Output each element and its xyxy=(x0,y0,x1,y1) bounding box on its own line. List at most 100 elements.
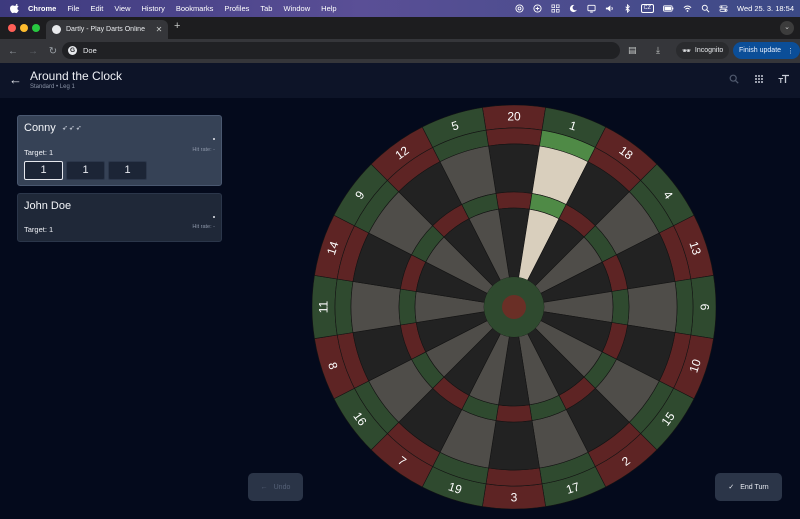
at-sign-icon[interactable] xyxy=(515,4,524,13)
app-header: ← Around the Clock Standard • Leg 1 xyxy=(0,63,800,98)
throw-slot-2[interactable]: 1 xyxy=(66,161,105,180)
player-card-john-doe[interactable]: John Doe Target: 1 Hit rate: - xyxy=(17,193,222,242)
player-target: Target: 1 xyxy=(24,225,54,234)
bluetooth-icon[interactable] xyxy=(623,4,632,13)
google-g-icon: G xyxy=(68,46,77,55)
triple-segment-11[interactable] xyxy=(398,288,417,326)
incognito-label: Incognito xyxy=(694,47,724,54)
page-title: Around the Clock xyxy=(30,69,123,83)
sidebar-panel-icon[interactable]: ▤ xyxy=(628,45,637,56)
double-segment-11[interactable] xyxy=(334,278,354,336)
incognito-badge[interactable]: 🕶 Incognito xyxy=(676,42,730,59)
undo-label: Undo xyxy=(273,483,291,491)
browser-tab-bar: Dartly - Play Darts Online ✕ ⌄ xyxy=(0,17,800,39)
darts-remaining-icons: ➶➶➶ xyxy=(62,124,83,132)
throw-slot-1[interactable]: 1 xyxy=(24,161,63,180)
menubar-clock[interactable]: Wed 25. 3. 18:54 xyxy=(737,4,794,13)
volume-icon[interactable] xyxy=(605,4,614,13)
address-bar[interactable]: G Doe xyxy=(62,42,620,59)
address-bar-text[interactable]: Doe xyxy=(83,46,97,55)
finish-update-button[interactable]: Finish update ⋮ xyxy=(733,42,800,59)
menu-edit[interactable]: Edit xyxy=(90,4,103,13)
double-segment-20[interactable] xyxy=(485,127,543,147)
outer-single-segment-11[interactable] xyxy=(350,281,401,333)
board-number-20: 20 xyxy=(507,110,521,124)
outer-single-segment-6[interactable] xyxy=(627,281,678,333)
browser-forward-icon[interactable]: → xyxy=(26,46,40,57)
dartly-favicon-icon xyxy=(52,25,61,34)
end-turn-label: End Turn xyxy=(740,483,769,491)
menu-history[interactable]: History xyxy=(142,4,165,13)
player-name: Conny xyxy=(24,122,56,134)
menu-window[interactable]: Window xyxy=(283,4,310,13)
window-zoom-button[interactable] xyxy=(32,24,40,32)
menu-app-name[interactable]: Chrome xyxy=(28,4,56,13)
browser-back-icon[interactable]: ← xyxy=(6,46,20,57)
search-icon[interactable] xyxy=(729,74,739,84)
apple-icon[interactable] xyxy=(10,3,20,14)
triple-segment-20[interactable] xyxy=(495,191,533,210)
download-icon[interactable]: ⤓ xyxy=(656,45,660,56)
menu-help[interactable]: Help xyxy=(321,4,336,13)
menu-file[interactable]: File xyxy=(67,4,79,13)
tab-close-icon[interactable]: ✕ xyxy=(154,25,164,34)
tab-search-chevron-icon[interactable]: ⌄ xyxy=(780,21,794,35)
new-tab-plus-icon[interactable]: + xyxy=(174,21,180,32)
macos-menu-bar: Chrome File Edit View History Bookmarks … xyxy=(0,0,800,17)
finish-update-label: Finish update xyxy=(739,47,782,54)
incognito-icon: 🕶 xyxy=(682,47,691,55)
player-name: John Doe xyxy=(24,200,72,212)
player-card-conny[interactable]: Conny ➶➶➶ Target: 1 Hit rate: - 1 1 1 xyxy=(17,115,222,186)
dartboard[interactable]: 20 1 18 4 13 6 10 15 2 17 3 19 7 16 8 11 14 9 12 5 xyxy=(311,104,717,510)
browser-toolbar: ← → ↻ G Doe ▤ ⤓ 🕶 Incognito Finish updat… xyxy=(0,39,800,63)
undo-button[interactable]: ← Undo xyxy=(248,473,303,501)
board-number-3: 3 xyxy=(511,491,518,505)
outer-single-segment-20[interactable] xyxy=(488,143,540,194)
back-arrow-icon[interactable]: ← xyxy=(9,73,22,86)
dart-icon: ➶ xyxy=(75,125,83,132)
menu-profiles[interactable]: Profiles xyxy=(224,4,249,13)
double-segment-3[interactable] xyxy=(485,467,543,487)
grid-icon[interactable] xyxy=(551,4,560,13)
player-progress-dot xyxy=(213,216,215,218)
dartly-app: ← Around the Clock Standard • Leg 1 Conn… xyxy=(0,63,800,519)
moon-icon[interactable] xyxy=(569,4,578,13)
triple-segment-3[interactable] xyxy=(495,404,533,423)
page-subtitle: Standard • Leg 1 xyxy=(30,84,75,90)
menu-tab[interactable]: Tab xyxy=(260,4,272,13)
checkmark-icon: ✓ xyxy=(728,484,735,491)
double-segment-6[interactable] xyxy=(674,278,694,336)
outer-single-segment-3[interactable] xyxy=(488,420,540,471)
window-minimize-button[interactable] xyxy=(20,24,28,32)
screen: Chrome File Edit View History Bookmarks … xyxy=(0,0,800,519)
board-number-6: 6 xyxy=(698,304,712,311)
undo-arrow-icon: ← xyxy=(260,483,268,491)
dartboard-svg[interactable]: 2011841361015217319716811149125 xyxy=(311,104,717,510)
display-icon[interactable] xyxy=(587,4,596,13)
player-progress-dot xyxy=(213,138,215,140)
menu-bookmarks[interactable]: Bookmarks xyxy=(176,4,214,13)
browser-tab-active[interactable]: Dartly - Play Darts Online ✕ xyxy=(46,20,168,39)
menu-view[interactable]: View xyxy=(114,4,130,13)
keyboard-layout-badge[interactable]: CZ xyxy=(640,4,654,13)
bullseye[interactable] xyxy=(502,295,526,319)
keypad-icon[interactable] xyxy=(754,74,764,84)
cloud-sync-icon[interactable] xyxy=(533,4,542,13)
dart-icon: ➶ xyxy=(68,125,76,132)
browser-reload-icon[interactable]: ↻ xyxy=(46,46,60,57)
spotlight-search-icon[interactable] xyxy=(701,4,710,13)
dart-icon: ➶ xyxy=(62,125,69,132)
throw-slot-3[interactable]: 1 xyxy=(108,161,147,180)
wifi-icon[interactable] xyxy=(683,4,692,13)
control-center-icon[interactable] xyxy=(719,4,728,13)
end-turn-button[interactable]: ✓ End Turn xyxy=(715,473,782,501)
more-menu-icon[interactable]: ⋮ xyxy=(787,47,794,55)
battery-icon[interactable] xyxy=(663,4,674,13)
browser-tab-title: Dartly - Play Darts Online xyxy=(66,26,145,33)
window-close-button[interactable] xyxy=(8,24,16,32)
player-hit-rate: Hit rate: - xyxy=(192,224,215,230)
triple-segment-6[interactable] xyxy=(611,288,630,326)
text-size-icon[interactable] xyxy=(778,74,790,84)
board-number-11: 11 xyxy=(317,300,331,313)
player-target: Target: 1 xyxy=(24,148,54,157)
